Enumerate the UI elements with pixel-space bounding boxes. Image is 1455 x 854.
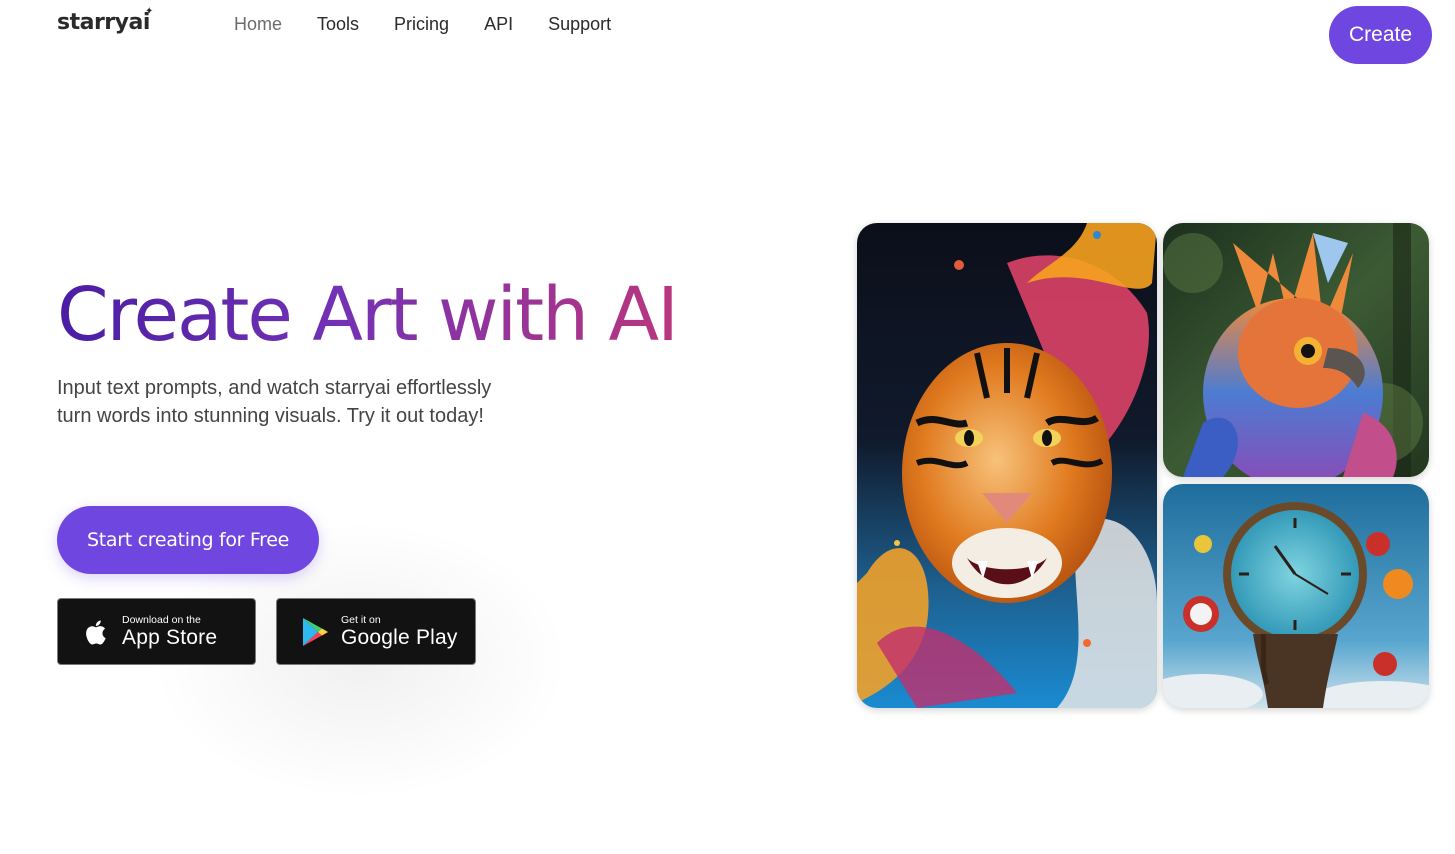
google-play-icon bbox=[303, 617, 328, 646]
spark-icon: ✦ bbox=[145, 6, 153, 17]
tiger-artwork bbox=[857, 223, 1157, 708]
app-store-small-label: Download on the bbox=[122, 613, 201, 626]
create-button[interactable]: Create bbox=[1329, 6, 1432, 64]
nav-support[interactable]: Support bbox=[548, 14, 611, 35]
hero-subtitle-line-1: Input text prompts, and watch starryai e… bbox=[57, 377, 492, 399]
page: starryai ✦ Home Tools Pricing API Support… bbox=[0, 0, 1455, 854]
google-play-label: Google Play bbox=[341, 626, 458, 650]
apple-icon bbox=[86, 620, 106, 645]
google-play-button[interactable]: Get it on Google Play bbox=[276, 598, 476, 665]
bird-artwork bbox=[1163, 223, 1429, 477]
melting-clock-artwork-image bbox=[1163, 484, 1429, 708]
nav-pricing[interactable]: Pricing bbox=[394, 14, 449, 35]
google-play-text: Get it on Google Play bbox=[341, 615, 458, 649]
nav-home[interactable]: Home bbox=[234, 14, 282, 35]
app-store-text: Download on the App Store bbox=[122, 615, 217, 649]
main-nav: Home Tools Pricing API Support bbox=[234, 14, 611, 35]
hero-title: Create Art with AI bbox=[57, 272, 679, 358]
nav-api[interactable]: API bbox=[484, 14, 513, 35]
bird-artwork-image bbox=[1163, 223, 1429, 477]
starryai-logo[interactable]: starryai ✦ bbox=[57, 6, 153, 35]
melting-clock-artwork bbox=[1163, 484, 1429, 708]
google-play-small-label: Get it on bbox=[341, 613, 381, 626]
tiger-artwork-image bbox=[857, 223, 1157, 708]
app-store-button[interactable]: Download on the App Store bbox=[57, 598, 256, 665]
hero-subtitle: Input text prompts, and watch starryai e… bbox=[57, 374, 577, 430]
hero-subtitle-line-2: turn words into stunning visuals. Try it… bbox=[57, 405, 484, 427]
app-store-label: App Store bbox=[122, 626, 218, 650]
start-creating-button[interactable]: Start creating for Free bbox=[57, 506, 319, 574]
logo-text: starryai bbox=[57, 10, 150, 35]
nav-tools[interactable]: Tools bbox=[317, 14, 359, 35]
